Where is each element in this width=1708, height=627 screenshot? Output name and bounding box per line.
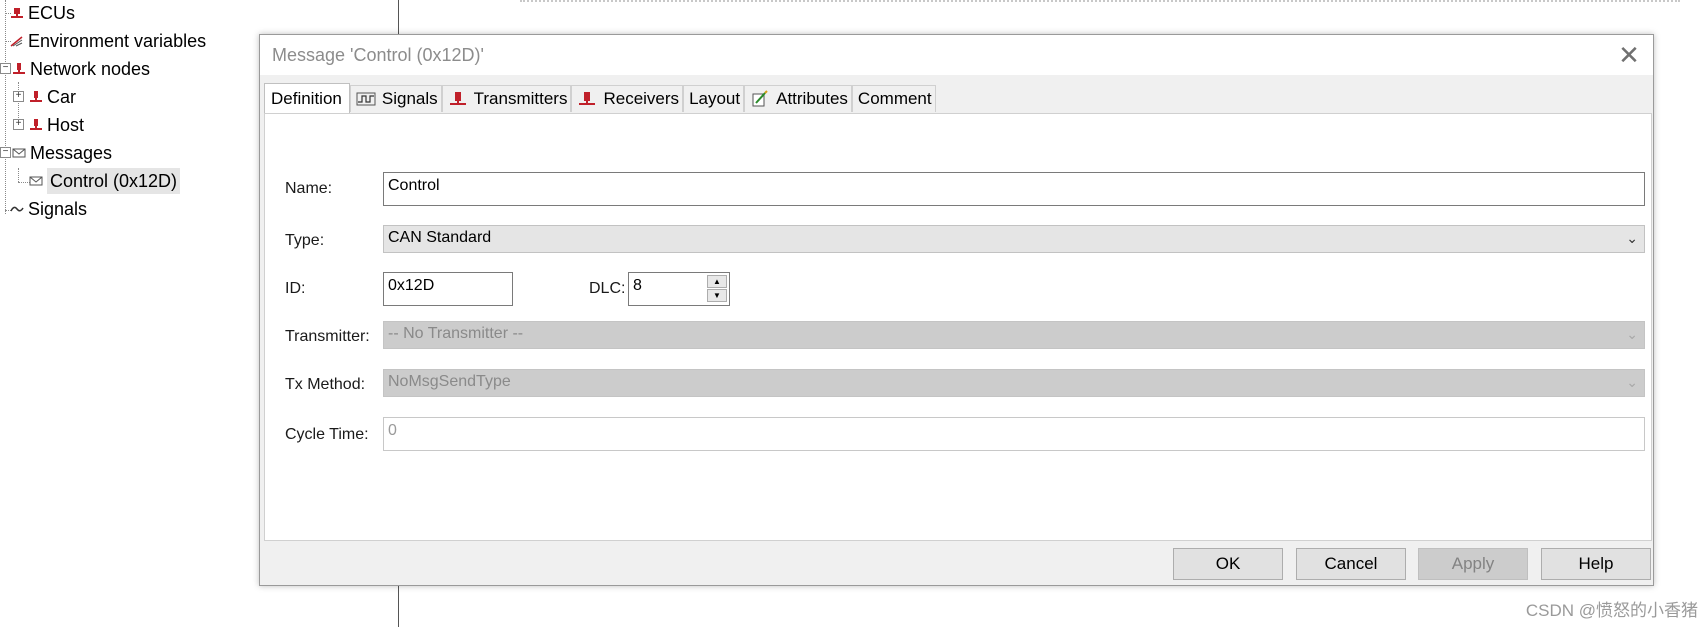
tree-item-label: Environment variables [28, 31, 207, 51]
type-select[interactable]: CAN Standard ⌄ [383, 225, 1645, 253]
dlc-value: 8 [633, 277, 642, 294]
tree-item-label: ECUs [28, 3, 76, 23]
close-icon: ✕ [1618, 40, 1640, 70]
network-node-icon [29, 118, 43, 132]
spin-down-button[interactable]: ▼ [707, 289, 727, 302]
tree-item-environment-variables[interactable]: Environment variables [10, 28, 206, 54]
help-button[interactable]: Help [1541, 548, 1651, 580]
collapse-icon[interactable]: − [0, 147, 11, 158]
divider [520, 0, 1680, 4]
name-input[interactable]: Control [383, 172, 1645, 206]
tree-item-control-message[interactable]: Control (0x12D) [29, 168, 181, 194]
message-icon [12, 146, 26, 160]
tab-bar: Definition Signals Transmitters Receiver… [264, 83, 936, 113]
tab-label: Transmitters [473, 89, 568, 108]
dlc-spinner: ▲ ▼ [707, 275, 727, 303]
chevron-down-icon: ⌄ [1626, 326, 1638, 342]
tree-guide-line [18, 168, 19, 182]
tree-item-label: Car [47, 87, 77, 107]
tree-item-label: Signals [28, 199, 88, 219]
attributes-icon [750, 90, 770, 108]
tree-item-label: Network nodes [30, 59, 151, 79]
env-var-icon [10, 34, 24, 48]
tab-label: Attributes [776, 89, 848, 108]
ecu-icon [10, 6, 24, 20]
expand-icon[interactable]: + [13, 119, 24, 130]
tree-item-signals[interactable]: Signals [10, 196, 87, 222]
apply-button[interactable]: Apply [1418, 548, 1528, 580]
tree-item-label: Control (0x12D) [47, 168, 181, 194]
dlc-stepper[interactable]: 8 ▲ ▼ [628, 272, 730, 306]
tab-comment[interactable]: Comment [851, 85, 936, 112]
transmitter-label: Transmitter: [285, 328, 370, 345]
signal-icon [10, 202, 24, 216]
signal-wave-icon [356, 90, 376, 108]
chevron-down-icon: ⌄ [1626, 230, 1638, 246]
message-dialog: Message 'Control (0x12D)' ✕ Definition S… [259, 34, 1654, 586]
name-label: Name: [285, 180, 333, 197]
dlc-label: DLC: [589, 280, 626, 297]
tree-item-ecus[interactable]: ECUs [10, 0, 75, 26]
tree-item-car[interactable]: Car [29, 84, 76, 110]
tree-item-label: Messages [30, 143, 113, 163]
type-select-value: CAN Standard [388, 229, 492, 246]
type-label: Type: [285, 232, 325, 249]
chevron-down-icon: ⌄ [1626, 374, 1638, 390]
expand-icon[interactable]: + [13, 91, 24, 102]
tx-method-select[interactable]: NoMsgSendType ⌄ [383, 369, 1645, 397]
tree-item-network-nodes[interactable]: Network nodes [12, 56, 150, 82]
id-label: ID: [285, 280, 306, 297]
ok-button[interactable]: OK [1173, 548, 1283, 580]
tx-method-label: Tx Method: [285, 376, 366, 393]
watermark: CSDN @愤怒的小香猪 [1525, 601, 1698, 620]
tab-layout[interactable]: Layout [683, 85, 745, 112]
tree-item-label: Host [47, 115, 85, 135]
tab-signals[interactable]: Signals [349, 85, 442, 112]
tab-receivers[interactable]: Receivers [571, 85, 684, 112]
tab-label: Definition [271, 88, 342, 108]
definition-panel: Name: Control Type: CAN Standard ⌄ ID: 0… [264, 113, 1652, 541]
cycle-time-input[interactable]: 0 [383, 417, 1645, 451]
tab-label: Layout [689, 89, 741, 108]
network-node-icon [577, 90, 597, 108]
message-icon [29, 174, 43, 188]
network-node-icon [29, 90, 43, 104]
tx-method-select-value: NoMsgSendType [388, 373, 511, 390]
network-node-icon [12, 62, 26, 76]
tab-label: Receivers [603, 89, 680, 108]
tree-guide-line [5, 0, 6, 214]
dialog-titlebar[interactable]: Message 'Control (0x12D)' ✕ [260, 35, 1653, 75]
tab-transmitters[interactable]: Transmitters [441, 85, 572, 112]
cycle-time-label: Cycle Time: [285, 426, 369, 443]
spin-up-button[interactable]: ▲ [707, 275, 727, 288]
tree-item-host[interactable]: Host [29, 112, 84, 138]
close-button[interactable]: ✕ [1615, 41, 1643, 69]
tab-label: Comment [857, 89, 932, 108]
tab-attributes[interactable]: Attributes [744, 85, 852, 112]
cancel-button[interactable]: Cancel [1296, 548, 1406, 580]
tab-label: Signals [381, 89, 438, 108]
collapse-icon[interactable]: − [0, 63, 11, 74]
transmitter-select-value: -- No Transmitter -- [388, 325, 524, 342]
tab-definition[interactable]: Definition [264, 83, 350, 113]
dialog-title: Message 'Control (0x12D)' [272, 45, 484, 65]
transmitter-select[interactable]: -- No Transmitter -- ⌄ [383, 321, 1645, 349]
id-input[interactable]: 0x12D [383, 272, 513, 306]
network-node-icon [448, 90, 468, 108]
tree-item-messages[interactable]: Messages [12, 140, 112, 166]
